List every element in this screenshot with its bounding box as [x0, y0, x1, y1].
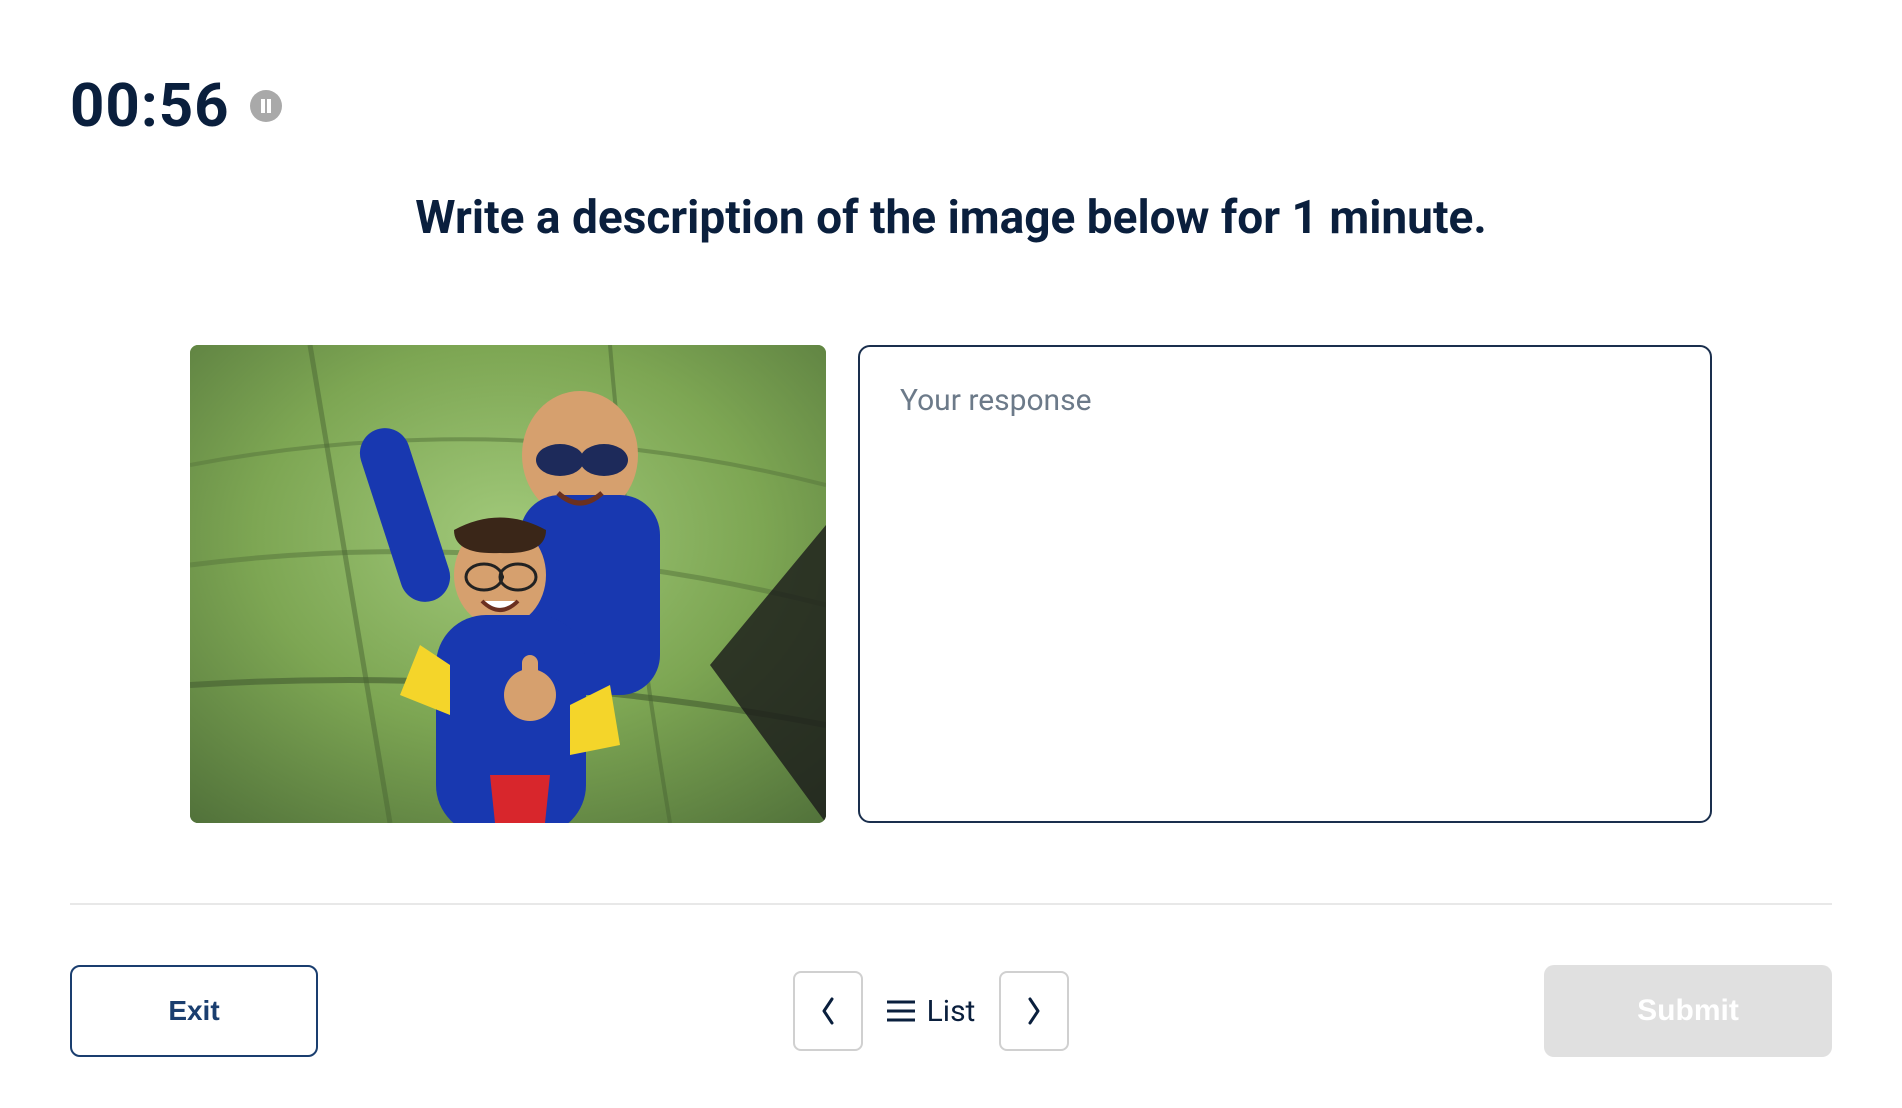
- chevron-right-icon: [1026, 997, 1042, 1025]
- exit-button[interactable]: Exit: [70, 965, 318, 1057]
- menu-icon: [887, 1000, 915, 1022]
- prompt-image: [190, 345, 826, 823]
- list-button[interactable]: List: [887, 994, 976, 1029]
- submit-button-label: Submit: [1637, 994, 1739, 1028]
- response-input[interactable]: [858, 345, 1712, 823]
- chevron-left-icon: [820, 997, 836, 1025]
- footer-row: Exit List Submit: [70, 965, 1832, 1057]
- prompt-text: Write a description of the image below f…: [70, 191, 1832, 245]
- timer-display: 00:56: [70, 70, 230, 141]
- nav-group: List: [793, 971, 1070, 1051]
- submit-button[interactable]: Submit: [1544, 965, 1832, 1057]
- next-button[interactable]: [999, 971, 1069, 1051]
- pause-button[interactable]: [250, 90, 282, 122]
- prev-button[interactable]: [793, 971, 863, 1051]
- exit-button-label: Exit: [168, 995, 219, 1027]
- header-row: 00:56: [70, 70, 1832, 141]
- divider: [70, 903, 1832, 905]
- content-row: [70, 345, 1832, 823]
- list-label: List: [927, 994, 976, 1029]
- pause-icon: [260, 99, 272, 113]
